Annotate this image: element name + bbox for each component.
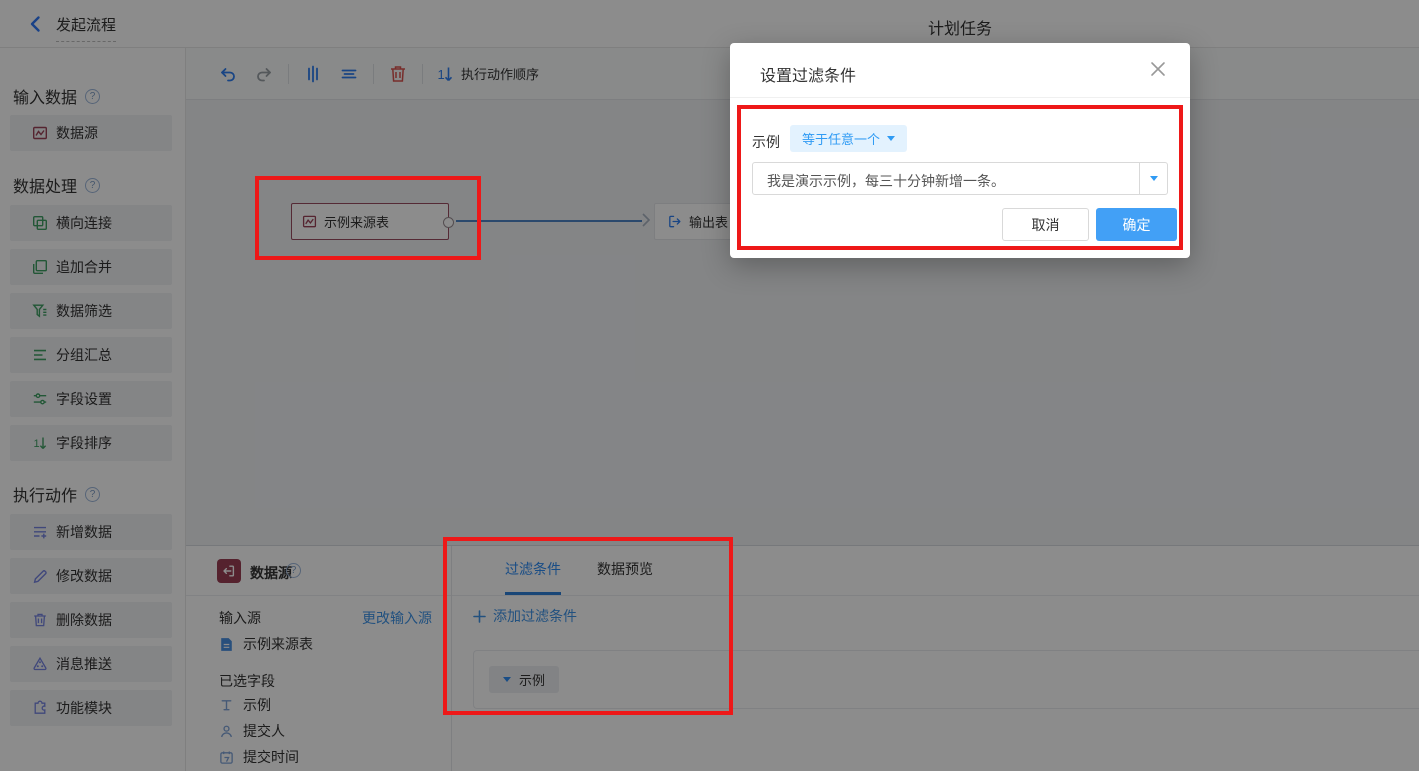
- modal-backdrop: [0, 0, 1419, 771]
- chevron-down-icon: [1149, 176, 1158, 181]
- condition-value-text: 我是演示示例，每三十分钟新增一条。: [767, 173, 1005, 189]
- operator-dropdown[interactable]: 等于任意一个: [790, 125, 908, 152]
- close-dialog-button[interactable]: [1148, 59, 1168, 79]
- cancel-button[interactable]: 取消: [1002, 208, 1089, 241]
- close-icon: [1151, 62, 1165, 76]
- set-filter-condition-dialog: 设置过滤条件 示例 等于任意一个 我是演示示例，每三十分钟新增一条。 取消 确定: [730, 43, 1190, 258]
- condition-field-label: 示例: [752, 134, 780, 150]
- dialog-divider: [730, 97, 1190, 98]
- condition-value-combobox[interactable]: 我是演示示例，每三十分钟新增一条。: [752, 162, 1168, 195]
- confirm-button[interactable]: 确定: [1096, 208, 1177, 241]
- chevron-down-icon: [887, 136, 896, 141]
- value-dropdown-button[interactable]: [1139, 163, 1167, 194]
- dialog-title: 设置过滤条件: [760, 68, 857, 85]
